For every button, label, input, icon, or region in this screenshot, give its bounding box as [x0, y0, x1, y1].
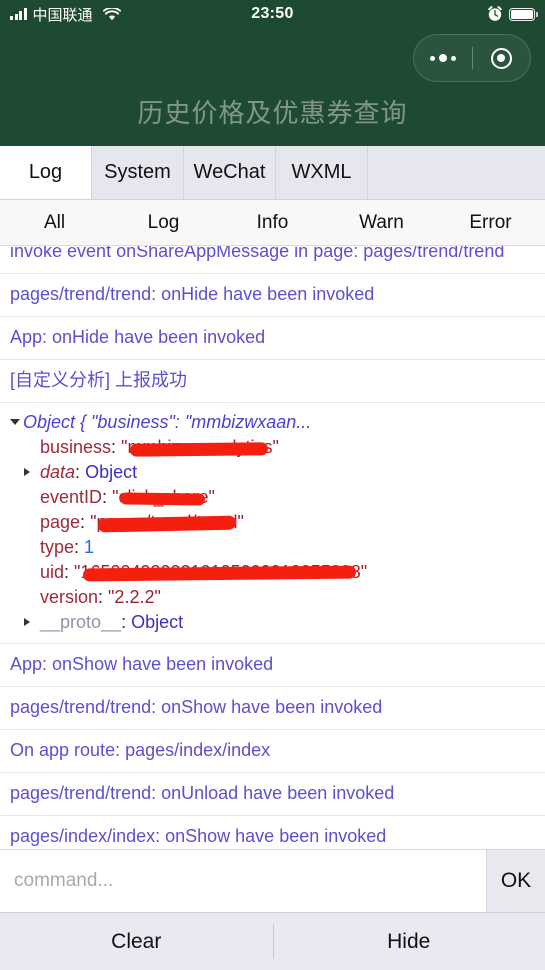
command-bar: OK: [0, 849, 545, 912]
property-value: Object: [85, 462, 138, 482]
list-item-object[interactable]: Object { "business": "mmbizwxaan... busi…: [0, 403, 545, 644]
console-tab-bar: Log System WeChat WXML: [0, 146, 545, 200]
list-item[interactable]: invoke event onShareAppMessage in page: …: [0, 246, 545, 274]
clear-button[interactable]: Clear: [0, 913, 273, 970]
filter-info[interactable]: Info: [218, 200, 327, 245]
property-value: "1650049202210105000012055008": [74, 562, 368, 582]
object-property-business: business: "mmbizwxanalytics": [22, 435, 535, 460]
log-list[interactable]: invoke event onShareAppMessage in page: …: [0, 246, 545, 849]
property-value: "click_share": [112, 487, 215, 507]
status-bar: 中国联通 23:50: [0, 0, 545, 28]
tab-system[interactable]: System: [92, 146, 184, 199]
object-header-label: Object { "business": "mmbizwxaan...: [23, 412, 312, 432]
list-item[interactable]: App: onShow have been invoked: [0, 644, 545, 687]
property-key: data: [40, 462, 76, 482]
tab-bar-filler: [368, 146, 545, 199]
battery-icon: [509, 7, 538, 21]
object-property-proto[interactable]: __proto__: Object: [22, 610, 535, 635]
list-item[interactable]: pages/trend/trend: onShow have been invo…: [0, 687, 545, 730]
log-level-filter-bar: All Log Info Warn Error: [0, 200, 545, 246]
filter-warn[interactable]: Warn: [327, 200, 436, 245]
chevron-right-icon[interactable]: [24, 468, 30, 476]
object-property-version: version: "2.2.2": [22, 585, 535, 610]
close-target-icon: [490, 47, 512, 69]
property-value: Object: [131, 612, 184, 632]
filter-error[interactable]: Error: [436, 200, 545, 245]
object-header[interactable]: Object { "business": "mmbizwxaan...: [10, 410, 535, 435]
log-scroll-area[interactable]: invoke event onShareAppMessage in page: …: [0, 246, 545, 849]
filter-all[interactable]: All: [0, 200, 109, 245]
chevron-down-icon[interactable]: [10, 419, 20, 425]
capsule-menu[interactable]: [413, 34, 531, 82]
property-value: "pages/trend/trend": [90, 512, 244, 533]
property-key: __proto__: [40, 612, 122, 632]
property-key: type: [40, 537, 75, 557]
property-key: business: [40, 437, 112, 457]
property-value: "mmbizwxanalytics": [121, 437, 279, 457]
close-miniprogram-button[interactable]: [472, 35, 530, 81]
object-property-page: page: "pages/trend/trend": [22, 510, 535, 535]
more-menu-button[interactable]: [414, 35, 472, 81]
debug-console-screen: 中国联通 23:50 历史价格及优惠券查询 Log System WeChat …: [0, 0, 545, 970]
console-footer: Clear Hide: [0, 912, 545, 970]
property-key: eventID: [40, 487, 103, 507]
list-item[interactable]: pages/index/index: onShow have been invo…: [0, 816, 545, 849]
hide-button[interactable]: Hide: [272, 913, 545, 970]
command-input[interactable]: [0, 850, 486, 912]
object-property-type: type: 1: [22, 535, 535, 560]
page-title: 历史价格及优惠券查询: [137, 99, 408, 129]
object-property-uid: uid: "1650049202210105000012055008": [22, 560, 535, 585]
status-bar-clock: 23:50: [251, 5, 294, 22]
property-key: version: [40, 587, 99, 607]
object-property-data[interactable]: data: Object: [22, 460, 535, 485]
filter-log[interactable]: Log: [109, 200, 218, 245]
tab-wechat[interactable]: WeChat: [184, 146, 276, 199]
list-item[interactable]: [自定义分析] 上报成功: [0, 360, 545, 403]
object-properties: business: "mmbizwxanalytics" data: Objec…: [10, 435, 535, 635]
property-key: page: [40, 512, 81, 532]
list-item[interactable]: App: onHide have been invoked: [0, 317, 545, 360]
ok-button[interactable]: OK: [486, 850, 545, 912]
list-item[interactable]: pages/trend/trend: onUnload have been in…: [0, 773, 545, 816]
list-item[interactable]: On app route: pages/index/index: [0, 730, 545, 773]
chevron-right-icon[interactable]: [24, 618, 30, 626]
app-header: 中国联通 23:50 历史价格及优惠券查询: [0, 0, 545, 146]
tab-log[interactable]: Log: [0, 146, 92, 199]
tab-wxml[interactable]: WXML: [276, 146, 368, 199]
more-dots-icon: [429, 54, 456, 62]
list-item[interactable]: pages/trend/trend: onHide have been invo…: [0, 274, 545, 317]
property-key: uid: [40, 562, 65, 582]
object-property-eventID: eventID: "click_share": [22, 485, 535, 510]
property-value: "2.2.2": [108, 587, 161, 607]
property-value: 1: [84, 537, 95, 557]
